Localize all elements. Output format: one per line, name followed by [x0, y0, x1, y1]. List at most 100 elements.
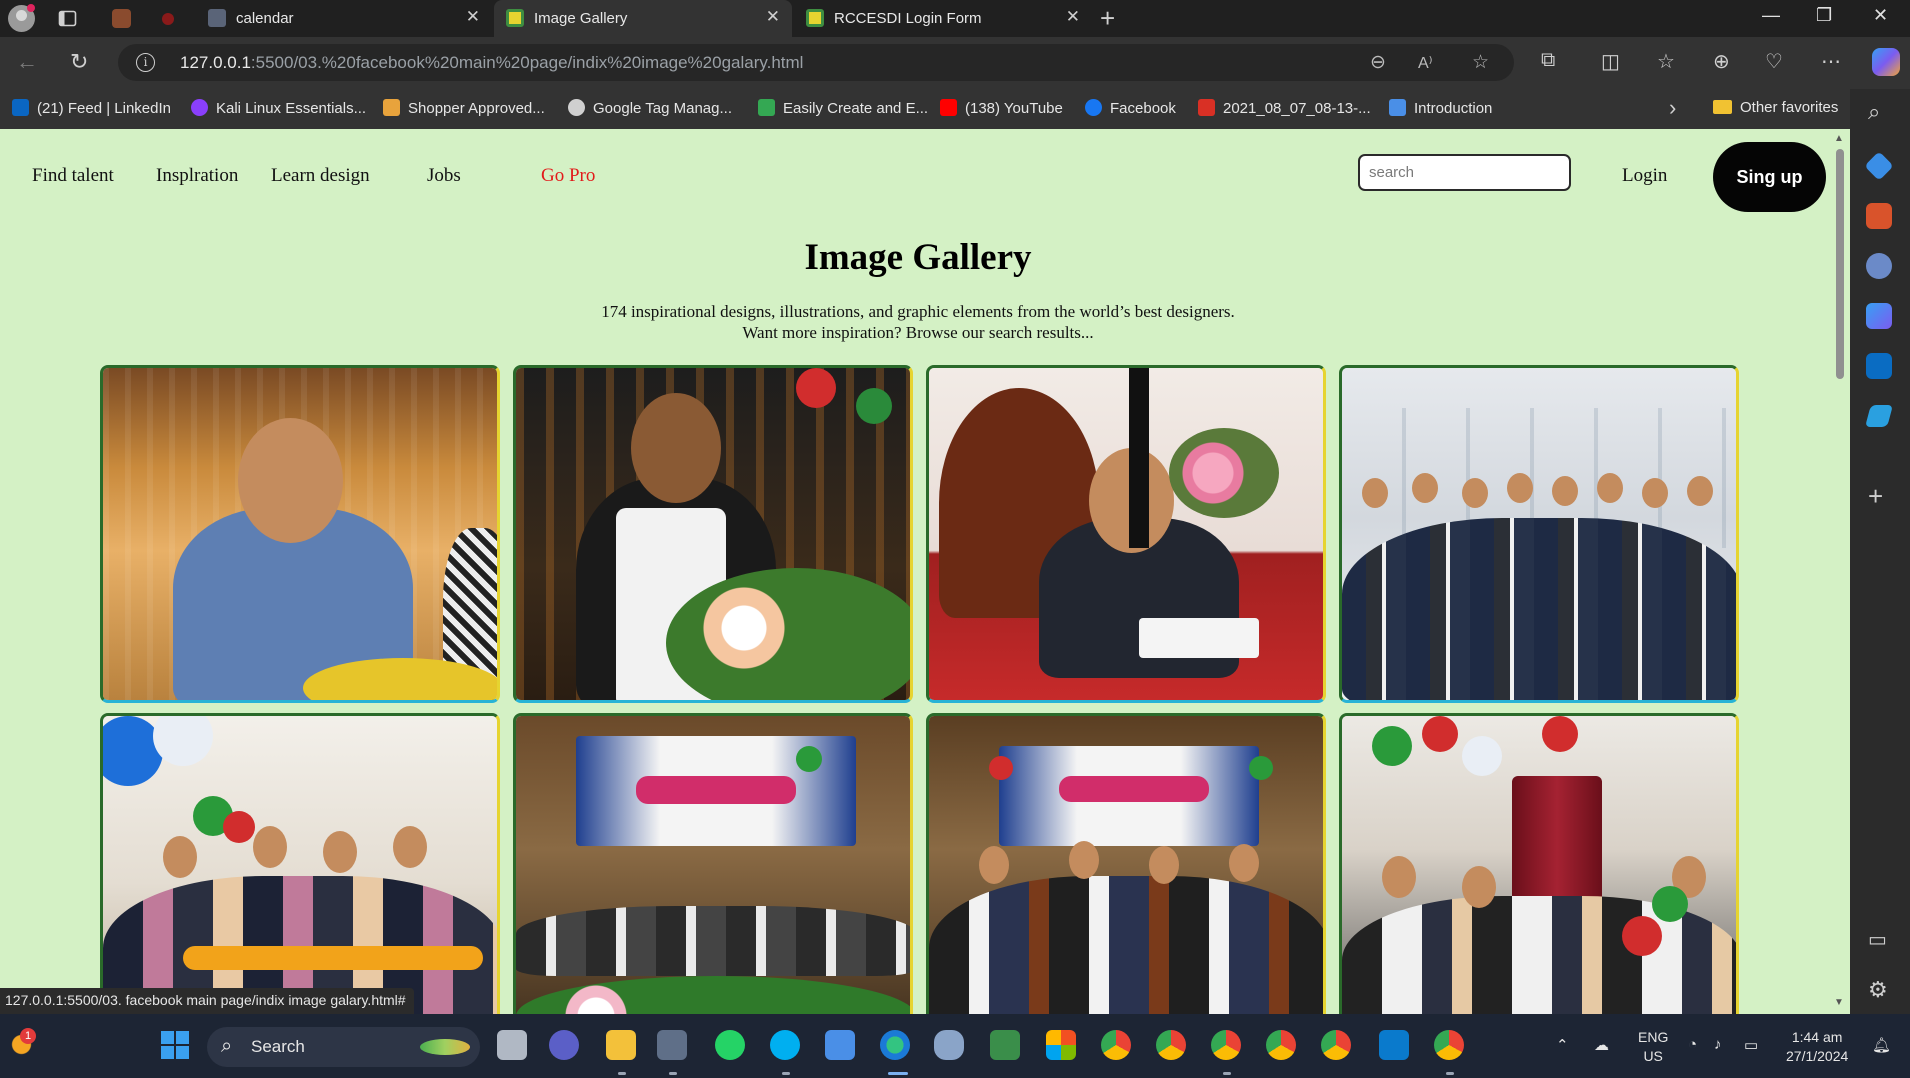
close-window-icon[interactable]: ✕ [1873, 5, 1888, 26]
battery-icon[interactable]: ▭ [1744, 1036, 1758, 1054]
clock-time: 1:44 am [1791, 1029, 1843, 1045]
copilot-icon[interactable] [1872, 48, 1900, 76]
chrome-profile-3-icon[interactable] [1211, 1030, 1241, 1060]
search-input[interactable] [1358, 154, 1571, 191]
show-hidden-icons-chevron-icon[interactable]: ⌃ [1556, 1036, 1569, 1054]
games-icon[interactable] [1866, 253, 1892, 279]
close-tab-icon[interactable]: ✕ [1066, 7, 1080, 27]
outlook-icon[interactable] [1866, 353, 1892, 379]
calculator-icon[interactable] [657, 1030, 687, 1060]
file-explorer-icon[interactable] [606, 1030, 636, 1060]
fav-linkedin[interactable]: (21) Feed | LinkedIn [12, 99, 171, 117]
fav-introduction[interactable]: Introduction [1389, 99, 1492, 117]
rccesdi-favicon-icon [806, 9, 824, 27]
notifications-bell-icon[interactable]: 🔔︎ [1872, 1036, 1891, 1054]
new-tab-plus-icon[interactable]: + [1100, 3, 1115, 34]
favorites-icon[interactable]: ☆ [1657, 49, 1675, 74]
chrome-profile-6-icon[interactable] [1434, 1030, 1464, 1060]
tools-icon[interactable] [1866, 203, 1892, 229]
address-bar[interactable]: i 127.0.0.1:5500/03.%20facebook%20main%2… [118, 44, 1514, 81]
login-link[interactable]: Login [1622, 165, 1667, 187]
pinned-tab-2-icon[interactable] [162, 13, 174, 25]
sign-up-button[interactable]: Sing up [1713, 142, 1826, 212]
performance-icon[interactable]: ♡ [1765, 49, 1783, 74]
settings-gear-icon[interactable]: ⚙ [1868, 977, 1888, 1003]
restore-icon[interactable]: ❐ [1816, 5, 1832, 26]
chrome-profile-2-icon[interactable] [1156, 1030, 1186, 1060]
whatsapp-icon[interactable] [715, 1030, 745, 1060]
system-clock[interactable]: 1:44 am 27/1/2024 [1786, 1028, 1848, 1066]
zoom-icon[interactable]: ⊖ [1370, 51, 1386, 74]
close-tab-icon[interactable]: ✕ [466, 7, 480, 27]
gallery-image-7[interactable] [926, 713, 1326, 1014]
gallery-image-6[interactable] [513, 713, 913, 1014]
image-viewer-icon[interactable] [990, 1030, 1020, 1060]
back-arrow-icon[interactable]: ← [16, 49, 38, 75]
tab-calendar[interactable]: calendar ✕ [196, 0, 492, 37]
gallery-image-8[interactable] [1339, 713, 1739, 1014]
nav-inspiration[interactable]: Insplration [156, 165, 238, 187]
fav-youtube[interactable]: (138) YouTube [940, 99, 1063, 117]
chrome-icon[interactable] [1101, 1030, 1131, 1060]
refresh-icon[interactable]: ↻ [70, 49, 88, 75]
fav-gtm[interactable]: Google Tag Manag... [568, 99, 732, 117]
fav-easily-create[interactable]: Easily Create and E... [758, 99, 928, 117]
fav-facebook[interactable]: Facebook [1085, 99, 1176, 117]
cloud-icon[interactable]: ☁ [1594, 1036, 1609, 1054]
url-text[interactable]: 127.0.0.1:5500/03.%20facebook%20main%20p… [180, 53, 803, 73]
split-screen-icon[interactable]: ◫ [1601, 49, 1620, 74]
collections-icon[interactable]: ⊕ [1713, 49, 1730, 74]
favorite-star-icon[interactable]: ☆ [1472, 51, 1489, 74]
volume-icon[interactable]: ♪ [1714, 1036, 1722, 1053]
fav-shopper[interactable]: Shopper Approved... [383, 99, 545, 117]
page-scrollbar[interactable]: ▲ ▼ [1830, 129, 1850, 1014]
nav-find-talent[interactable]: Find talent [32, 165, 114, 187]
close-tab-icon[interactable]: ✕ [766, 7, 780, 27]
tab-rccesdi-login[interactable]: RCCESDI Login Form ✕ [794, 0, 1092, 37]
tab-actions-icon[interactable] [58, 9, 77, 28]
minimize-icon[interactable]: — [1762, 5, 1780, 26]
microsoft-store-icon[interactable] [1046, 1030, 1076, 1060]
chrome-profile-4-icon[interactable] [1266, 1030, 1296, 1060]
other-favorites[interactable]: Other favorites [1713, 99, 1838, 116]
more-menu-icon[interactable]: ⋯ [1821, 49, 1841, 74]
extensions-icon[interactable]: ⧉ [1541, 49, 1555, 72]
nav-jobs[interactable]: Jobs [427, 165, 461, 187]
notepad-icon[interactable] [825, 1030, 855, 1060]
search-icon[interactable]: ⌕ [1868, 99, 1880, 125]
language-indicator[interactable]: ENG US [1638, 1028, 1668, 1066]
copilot-sidebar-icon[interactable] [1866, 303, 1892, 329]
teams-chat-icon[interactable] [549, 1030, 579, 1060]
sidebar-layout-icon[interactable]: ▭ [1868, 927, 1887, 952]
site-info-icon[interactable]: i [136, 53, 155, 72]
gallery-image-4[interactable] [1339, 365, 1739, 703]
chrome-profile-5-icon[interactable] [1321, 1030, 1351, 1060]
wifi-icon[interactable]: ◔ [1688, 1036, 1697, 1053]
photos-icon[interactable] [934, 1030, 964, 1060]
send-icon[interactable] [1864, 404, 1894, 428]
task-view-icon[interactable] [497, 1030, 527, 1060]
edge-icon[interactable] [880, 1030, 910, 1060]
gallery-image-5[interactable] [100, 713, 500, 1014]
fav-kali[interactable]: Kali Linux Essentials... [191, 99, 366, 117]
windows-start-icon[interactable] [161, 1031, 189, 1059]
gallery-image-1[interactable] [100, 365, 500, 703]
gallery-image-2[interactable] [513, 365, 913, 703]
fav-pdf[interactable]: 2021_08_07_08-13-... [1198, 99, 1371, 117]
scroll-up-icon[interactable]: ▲ [1834, 133, 1844, 144]
gallery-image-3[interactable] [926, 365, 1326, 703]
tab-image-gallery[interactable]: Image Gallery ✕ [494, 0, 792, 37]
nav-learn-design[interactable]: Learn design [271, 165, 370, 187]
add-plus-icon[interactable]: + [1868, 481, 1883, 512]
read-aloud-icon[interactable]: A⁾ [1418, 53, 1433, 73]
scrollbar-thumb[interactable] [1836, 149, 1844, 379]
vscode-icon[interactable] [1379, 1030, 1409, 1060]
scroll-down-icon[interactable]: ▼ [1834, 997, 1844, 1008]
chevron-right-icon[interactable]: › [1669, 95, 1676, 121]
tag-icon[interactable] [1864, 151, 1894, 181]
search-icon: ⌕ [221, 1035, 233, 1057]
pinned-tab-1-icon[interactable] [112, 9, 131, 28]
nav-go-pro[interactable]: Go Pro [541, 165, 595, 187]
taskbar-search[interactable]: ⌕ Search [207, 1027, 480, 1067]
skype-icon[interactable] [770, 1030, 800, 1060]
